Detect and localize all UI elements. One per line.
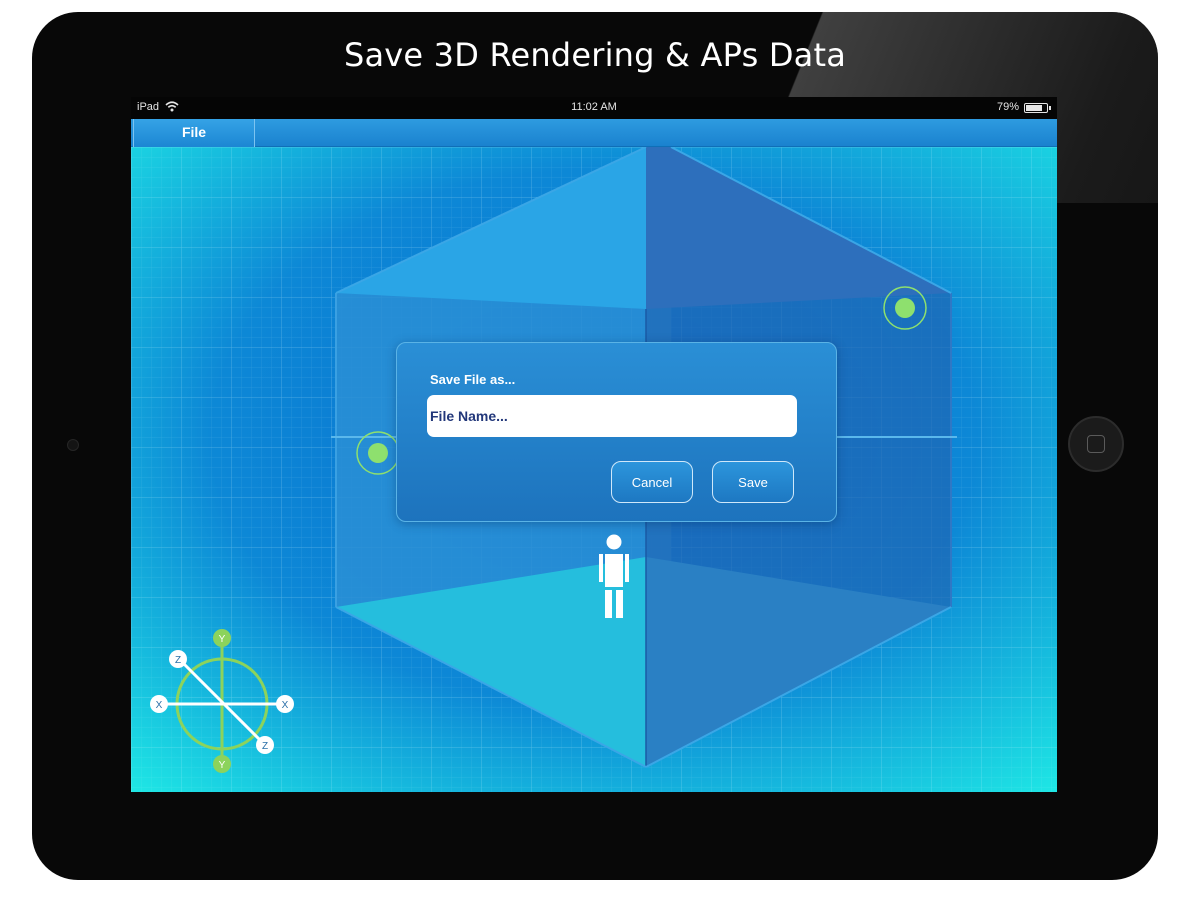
axis-x-left-label: X — [156, 700, 163, 711]
front-camera — [67, 439, 79, 451]
ipad-screen: iPad 11:02 AM 79% File Y Y X X Z Z Save … — [131, 97, 1057, 792]
cancel-button[interactable]: Cancel — [611, 461, 693, 503]
battery-fill — [1026, 105, 1042, 111]
save-button[interactable]: Save — [712, 461, 794, 503]
axis-x-right-label: X — [282, 700, 289, 711]
axis-y-top-label: Y — [219, 634, 226, 645]
dialog-title: Save File as... — [430, 372, 516, 387]
file-name-input[interactable] — [427, 395, 797, 437]
rendering-canvas[interactable]: Y Y X X Z Z Save File as... Cancel Save — [131, 147, 1057, 792]
axis-z-bottom-label: Z — [262, 741, 268, 752]
status-time: 11:02 AM — [571, 101, 617, 113]
home-button[interactable] — [1068, 416, 1124, 472]
battery-percent: 79% — [996, 101, 1019, 113]
axis-y-bottom-label: Y — [219, 760, 226, 771]
save-file-dialog: Save File as... Cancel Save — [396, 342, 837, 522]
page-title: Save 3D Rendering & APs Data — [343, 36, 847, 74]
home-square-icon — [1087, 435, 1105, 453]
battery-tip — [1049, 106, 1051, 110]
battery-icon — [1024, 103, 1048, 113]
axis-z-top-label: Z — [175, 655, 181, 666]
menu-bar: File — [131, 119, 1057, 147]
status-bar: iPad 11:02 AM 79% — [131, 97, 1057, 119]
file-menu-button[interactable]: File — [133, 119, 255, 147]
